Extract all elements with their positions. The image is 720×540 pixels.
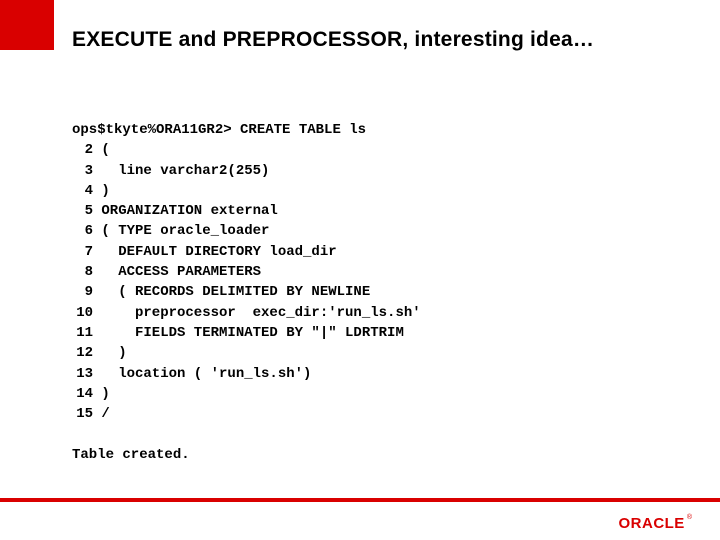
code-line: 10 preprocessor exec_dir:'run_ls.sh' [72, 303, 680, 323]
code-text: ) [101, 386, 109, 402]
line-number: 10 [72, 303, 93, 323]
code-text: ) [101, 345, 126, 361]
code-text: ACCESS PARAMETERS [101, 264, 261, 280]
line-number: 15 [72, 404, 93, 424]
slide: EXECUTE and PREPROCESSOR, interesting id… [0, 0, 720, 540]
code-line: 13 location ( 'run_ls.sh') [72, 364, 680, 384]
code-line: 5 ORGANIZATION external [72, 201, 680, 221]
code-line: 11 FIELDS TERMINATED BY "|" LDRTRIM [72, 323, 680, 343]
code-line: 8 ACCESS PARAMETERS [72, 262, 680, 282]
footer-accent-bar [0, 498, 720, 502]
code-text: ORGANIZATION external [101, 203, 277, 219]
code-text: preprocessor exec_dir:'run_ls.sh' [101, 305, 420, 321]
code-text: DEFAULT DIRECTORY load_dir [101, 244, 336, 260]
line-number: 4 [72, 181, 93, 201]
code-text: / [101, 406, 109, 422]
code-text: location ( 'run_ls.sh') [101, 366, 311, 382]
code-result: Table created. [72, 445, 680, 465]
code-line: 14) [72, 384, 680, 404]
code-line: 7 DEFAULT DIRECTORY load_dir [72, 242, 680, 262]
code-text: FIELDS TERMINATED BY "|" LDRTRIM [101, 325, 403, 341]
code-line: 9 ( RECORDS DELIMITED BY NEWLINE [72, 282, 680, 302]
line-number: 13 [72, 364, 93, 384]
logo-text: ORACLE [618, 515, 684, 532]
code-text: ( [101, 142, 109, 158]
accent-block [0, 0, 54, 50]
code-line: 6 ( TYPE oracle_loader [72, 221, 680, 241]
line-number: 6 [72, 221, 93, 241]
line-number: 8 [72, 262, 93, 282]
code-block: ops$tkyte%ORA11GR2> CREATE TABLE ls 2( 3… [72, 120, 680, 465]
blank-line [72, 424, 680, 444]
code-line: 12 ) [72, 343, 680, 363]
code-text: ( TYPE oracle_loader [101, 223, 269, 239]
line-number: 11 [72, 323, 93, 343]
oracle-logo: ORACLE® [616, 515, 692, 532]
code-text: ( RECORDS DELIMITED BY NEWLINE [101, 284, 370, 300]
code-text: ) [101, 183, 109, 199]
code-text: line varchar2(255) [101, 163, 269, 179]
code-line: 3 line varchar2(255) [72, 161, 680, 181]
code-line: 4) [72, 181, 680, 201]
code-line: 2( [72, 140, 680, 160]
line-number: 7 [72, 242, 93, 262]
logo-registered: ® [687, 514, 692, 521]
code-line: 15 / [72, 404, 680, 424]
page-title: EXECUTE and PREPROCESSOR, interesting id… [72, 28, 594, 52]
code-prompt-line: ops$tkyte%ORA11GR2> CREATE TABLE ls [72, 120, 680, 140]
line-number: 14 [72, 384, 93, 404]
line-number: 2 [72, 140, 93, 160]
line-number: 3 [72, 161, 93, 181]
line-number: 9 [72, 282, 93, 302]
line-number: 5 [72, 201, 93, 221]
line-number: 12 [72, 343, 93, 363]
